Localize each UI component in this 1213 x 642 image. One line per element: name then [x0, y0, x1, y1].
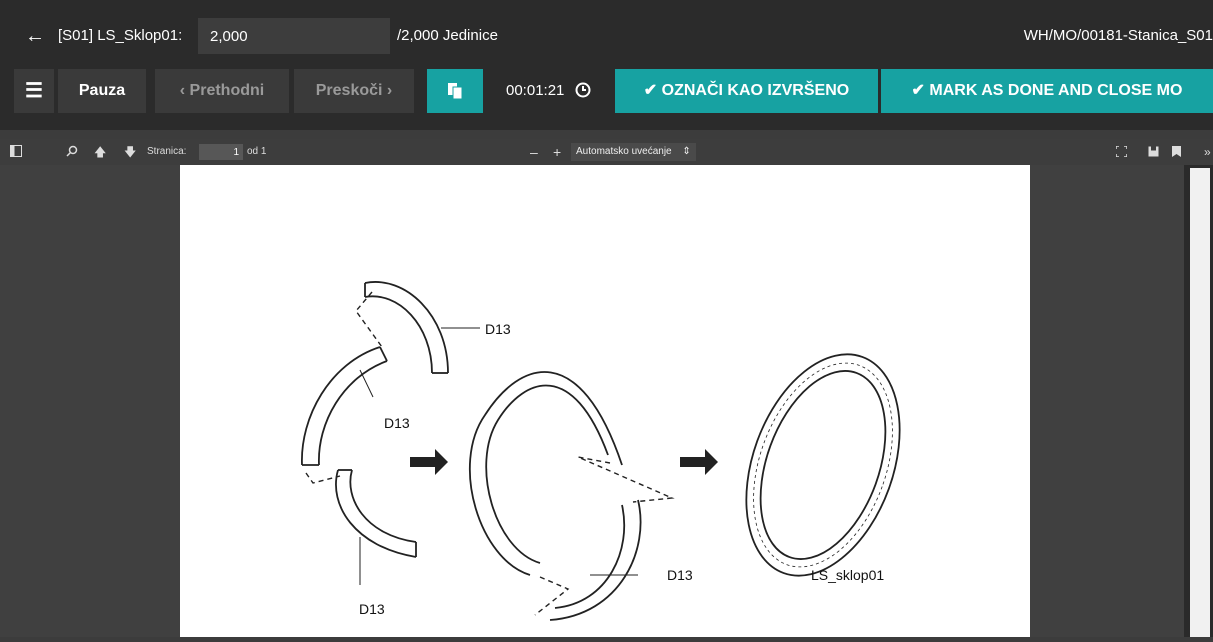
- copy-icon: [448, 82, 463, 100]
- documents-button[interactable]: [427, 69, 483, 113]
- quantity-input[interactable]: [198, 18, 390, 54]
- part-label: D13: [384, 415, 410, 431]
- segment-bottom-left: [335, 469, 417, 558]
- page-label: Stranica:: [147, 146, 187, 157]
- part-label: D13: [667, 567, 693, 583]
- assembly-halves: [469, 371, 642, 621]
- sidebar-toggle-icon[interactable]: [10, 139, 22, 165]
- pdf-page: D13 D13 D13 D13 LS_sklop01: [180, 165, 1030, 637]
- part-label: D13: [359, 601, 385, 617]
- arrow-right-icon: [410, 449, 448, 475]
- clock-icon: [575, 82, 591, 98]
- page-total: od 1: [247, 146, 267, 157]
- assembly-drawing: [301, 281, 901, 621]
- zoom-in-icon[interactable]: +: [553, 139, 561, 165]
- result-label: LS_sklop01: [811, 567, 885, 583]
- back-arrow-icon[interactable]: ←: [20, 18, 50, 54]
- arrow-right-icon: [680, 449, 718, 475]
- zoom-select-value: Automatsko uvećanje: [576, 146, 672, 157]
- quantity-unit: /2,000 Jedinice: [397, 27, 498, 44]
- previous-button[interactable]: ‹ Prethodni: [155, 69, 289, 113]
- action-row: ☰ Pauza ‹ Prethodni Preskoči › 00:01:21 …: [0, 69, 1213, 113]
- part-label: D13: [485, 321, 511, 337]
- pause-button[interactable]: Pauza: [58, 69, 146, 113]
- workorder-topbar: ← [S01] LS_Sklop01: /2,000 Jedinice WH/M…: [0, 0, 1213, 130]
- skip-button[interactable]: Preskoči ›: [294, 69, 414, 113]
- bookmark-icon[interactable]: [1172, 139, 1181, 165]
- step-title: [S01] LS_Sklop01:: [58, 27, 183, 44]
- zoom-out-icon[interactable]: –: [530, 139, 538, 165]
- timer: 00:01:21: [506, 69, 591, 113]
- next-page-icon[interactable]: 🡇: [124, 139, 136, 165]
- segment-top-left: [364, 281, 449, 374]
- mark-done-button[interactable]: ✔ OZNAČI KAO IZVRŠENO: [615, 69, 878, 113]
- assembled-ring: [745, 353, 901, 577]
- tools-chevron-icon[interactable]: »: [1204, 139, 1211, 165]
- timer-value: 00:01:21: [506, 82, 565, 99]
- menu-icon[interactable]: ☰: [14, 69, 54, 113]
- mark-done-close-button[interactable]: ✔ MARK AS DONE AND CLOSE MO: [881, 69, 1213, 113]
- mo-reference: WH/MO/00181-Stanica_S01: [1023, 27, 1213, 44]
- segment-mid-left: [301, 346, 388, 466]
- header-row: ← [S01] LS_Sklop01: /2,000 Jedinice WH/M…: [10, 18, 1213, 54]
- page-number-input[interactable]: [199, 144, 243, 160]
- search-icon[interactable]: [66, 139, 78, 165]
- previous-page-icon[interactable]: 🡅: [94, 139, 106, 165]
- download-icon[interactable]: [1148, 139, 1159, 165]
- pdf-toolbar: 🡅 🡇 Stranica: od 1 – + Automatsko uvećan…: [0, 139, 1213, 165]
- presentation-mode-icon[interactable]: [1115, 139, 1128, 165]
- zoom-select[interactable]: Automatsko uvećanje ⇕: [571, 143, 696, 161]
- viewer-scrollbar-thumb[interactable]: [1190, 168, 1210, 637]
- chevron-updown-icon: ⇕: [682, 146, 691, 157]
